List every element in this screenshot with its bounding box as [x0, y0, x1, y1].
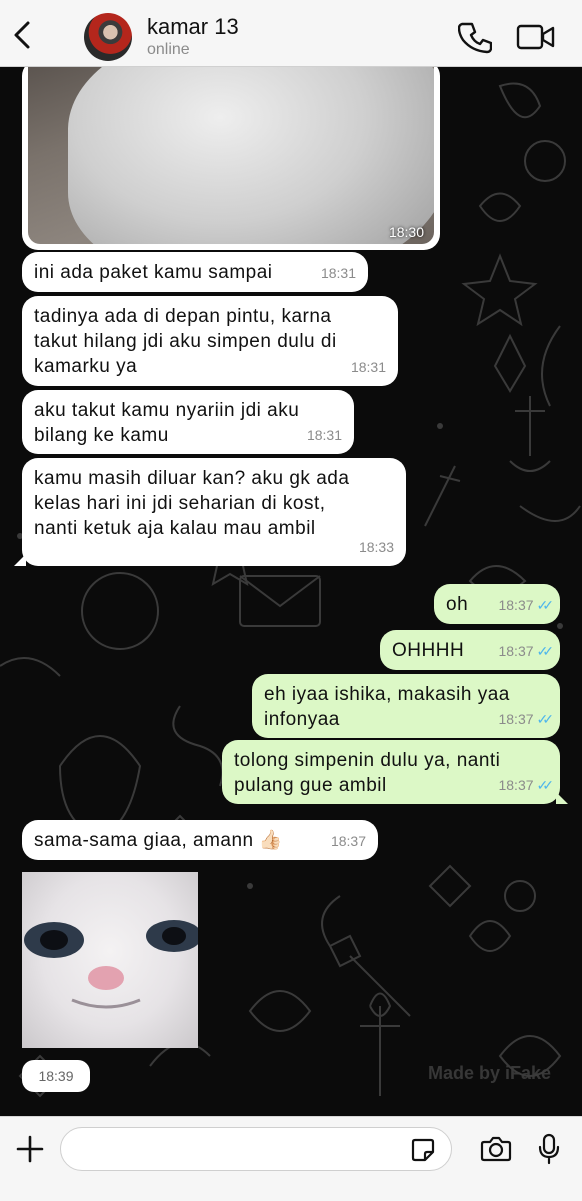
voice-call-button[interactable] — [457, 20, 493, 54]
message-time: 18:37 — [498, 597, 534, 613]
camera-button[interactable] — [480, 1135, 512, 1163]
message-input[interactable] — [60, 1127, 452, 1171]
message-time: 18:30 — [388, 224, 424, 240]
message-time: 18:31 — [350, 359, 386, 375]
message-meta: 18:37 ✓✓ — [498, 773, 555, 798]
video-call-button[interactable] — [516, 22, 556, 52]
message-text-line: kamu masih diluar kan? aku gk ada — [34, 468, 350, 489]
sticker-button[interactable] — [410, 1137, 436, 1163]
message-text-line: bilang ke kamu — [34, 425, 169, 446]
message-text-line: takut hilang jdi aku simpen dulu di — [34, 331, 337, 352]
message-time: 18:37 — [498, 711, 534, 727]
message-text: ini ada paket kamu sampai — [34, 262, 273, 283]
message-text-line: eh iyaa ishika, makasih yaa — [264, 684, 510, 705]
camera-icon — [480, 1136, 512, 1162]
outgoing-message[interactable]: tolong simpenin dulu ya, nanti pulang gu… — [222, 740, 568, 804]
phone-icon — [457, 22, 493, 54]
video-camera-icon — [516, 24, 555, 50]
contact-name[interactable]: kamar 13 — [147, 14, 239, 40]
chevron-left-icon — [14, 21, 30, 49]
message-time: 18:37 — [330, 833, 366, 849]
back-button[interactable] — [8, 18, 38, 52]
message-text-line: kelas hari ini jdi seharian di kost, — [34, 493, 326, 514]
incoming-message[interactable]: aku takut kamu nyariin jdi aku bilang ke… — [22, 390, 354, 454]
message-text-line: tadinya ada di depan pintu, karna — [34, 306, 332, 327]
message-meta: 18:37 ✓✓ — [498, 707, 555, 732]
message-input-bar — [0, 1116, 582, 1201]
thumbs-up-emoji: 👍🏻 — [258, 830, 283, 851]
bubble-tail — [556, 792, 568, 804]
watermark-text: Made by iFake — [428, 1063, 552, 1083]
message-text: sama-sama giaa, amann — [34, 830, 254, 851]
microphone-icon — [538, 1133, 560, 1165]
message-time: 18:37 — [498, 777, 534, 793]
chat-header: kamar 13 online — [0, 0, 582, 67]
message-meta: 18:37 ✓✓ — [498, 639, 555, 664]
sticker-icon — [411, 1138, 435, 1162]
attach-button[interactable] — [14, 1133, 46, 1165]
message-time: 18:37 — [498, 643, 534, 659]
image-message[interactable]: 18:30 — [22, 60, 440, 250]
contact-avatar[interactable] — [84, 13, 132, 61]
read-receipt-icon: ✓✓ — [536, 777, 555, 793]
message-text: oh — [446, 594, 469, 615]
plus-icon — [16, 1135, 44, 1163]
bubble-tail — [14, 554, 26, 566]
incoming-message[interactable]: kamu masih diluar kan? aku gk ada kelas … — [14, 458, 406, 566]
message-text-line: tolong simpenin dulu ya, nanti — [234, 750, 501, 771]
incoming-message[interactable]: sama-sama giaa, amann 👍🏻 18:37 — [22, 820, 378, 860]
cat-face-image — [24, 920, 198, 1009]
message-text: OHHHH — [392, 640, 465, 661]
read-receipt-icon: ✓✓ — [536, 711, 555, 727]
cat-sticker[interactable] — [22, 872, 198, 1048]
incoming-message[interactable]: ini ada paket kamu sampai 18:31 — [22, 252, 368, 292]
message-time: 18:33 — [358, 539, 394, 555]
microphone-button[interactable] — [538, 1133, 560, 1165]
contact-status: online — [147, 41, 190, 58]
outgoing-message[interactable]: eh iyaa ishika, makasih yaa infonyaa 18:… — [252, 674, 560, 738]
message-meta: 18:37 ✓✓ — [498, 593, 555, 618]
message-text-line: kamarku ya — [34, 356, 138, 377]
message-text-line: nanti ketuk aja kalau mau ambil — [34, 518, 316, 539]
read-receipt-icon: ✓✓ — [536, 597, 555, 613]
package-photo — [28, 60, 434, 244]
message-time: 18:31 — [320, 265, 356, 281]
incoming-message[interactable]: tadinya ada di depan pintu, karna takut … — [22, 296, 398, 386]
outgoing-message[interactable]: oh 18:37 ✓✓ — [434, 584, 560, 624]
message-time: 18:31 — [306, 427, 342, 443]
message-text-line: aku takut kamu nyariin jdi aku — [34, 400, 300, 421]
sticker-time: 18:39 — [22, 1060, 90, 1092]
read-receipt-icon: ✓✓ — [536, 643, 555, 659]
outgoing-message[interactable]: OHHHH 18:37 ✓✓ — [380, 630, 560, 670]
